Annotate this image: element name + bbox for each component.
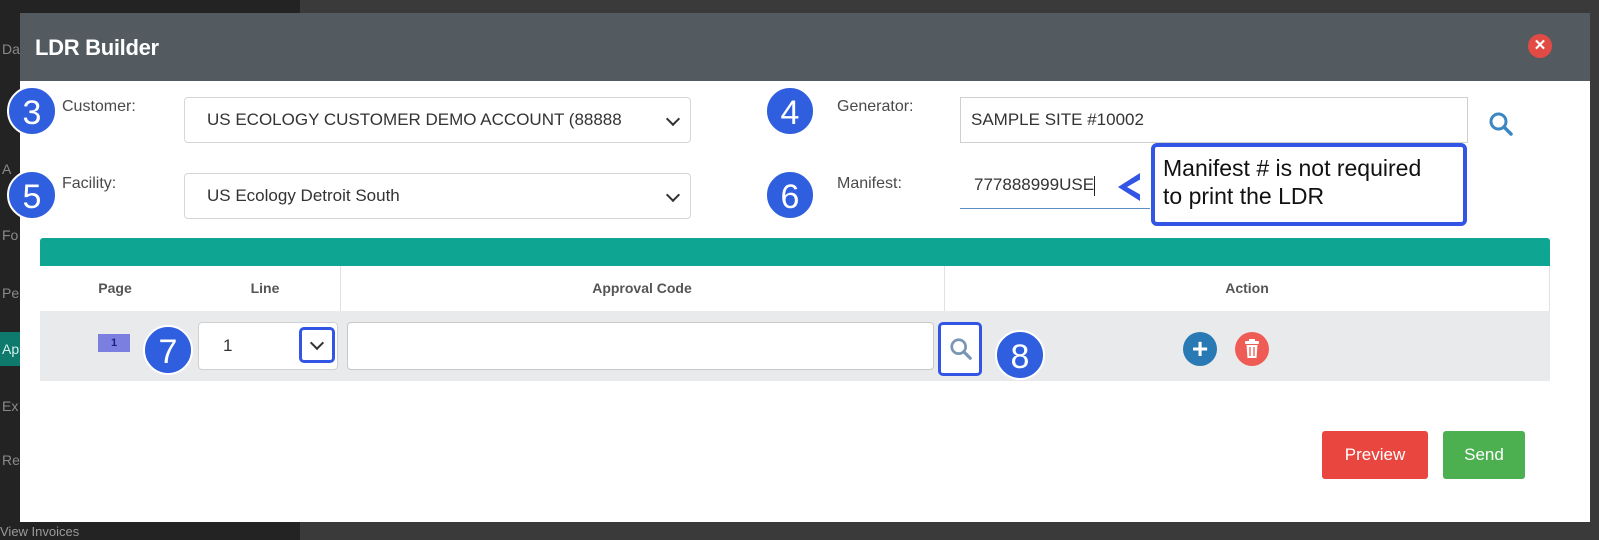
manifest-label: Manifest: [837, 175, 902, 192]
line-select-value: 1 [223, 336, 233, 355]
generator-search-icon[interactable] [1488, 111, 1514, 142]
facility-select-value: US Ecology Detroit South [207, 186, 400, 205]
column-header-page: Page [98, 280, 132, 296]
add-row-button[interactable]: + [1183, 332, 1217, 366]
customer-select-value: US ECOLOGY CUSTOMER DEMO ACCOUNT (88888 [207, 110, 622, 129]
customer-select[interactable]: US ECOLOGY CUSTOMER DEMO ACCOUNT (88888 [184, 97, 691, 143]
manifest-input-value: 777888999USE [974, 175, 1095, 194]
generator-input[interactable]: SAMPLE SITE #10002 [960, 97, 1468, 143]
customer-label: Customer: [62, 98, 136, 115]
modal-title: LDR Builder [35, 35, 159, 60]
column-divider [1549, 266, 1550, 311]
ldr-builder-modal: LDR Builder ✕ Customer: US ECOLOGY CUSTO… [20, 13, 1590, 522]
search-icon [950, 338, 972, 360]
chevron-down-icon [309, 335, 325, 351]
table-header: Page Line Approval Code Action [40, 266, 1550, 311]
step-badge-4: 4 [765, 86, 815, 136]
line-dropdown-toggle[interactable] [299, 327, 335, 363]
trash-icon [1245, 339, 1259, 358]
column-header-approval-code: Approval Code [592, 280, 692, 296]
delete-row-button[interactable] [1235, 332, 1269, 366]
modal-header: LDR Builder ✕ [20, 13, 1590, 81]
column-header-action: Action [1225, 280, 1269, 296]
facility-label: Facility: [62, 175, 117, 192]
step-badge-5: 5 [7, 170, 57, 220]
generator-label: Generator: [837, 98, 914, 115]
callout-pointer-inner [1127, 179, 1141, 195]
send-button[interactable]: Send [1443, 431, 1525, 479]
page-number-badge: 1 [98, 334, 130, 352]
step-badge-7: 7 [143, 325, 193, 375]
manifest-callout: Manifest # is not required to print the … [1151, 143, 1467, 226]
preview-button[interactable]: Preview [1322, 431, 1428, 479]
table-header-bar [40, 238, 1550, 266]
column-divider [340, 266, 341, 311]
facility-select[interactable]: US Ecology Detroit South [184, 173, 691, 219]
step-badge-6: 6 [765, 170, 815, 220]
callout-line-1: Manifest # is not required [1163, 155, 1422, 181]
text-cursor [1094, 175, 1096, 196]
callout-line-2: to print the LDR [1163, 183, 1325, 209]
approval-search-button[interactable] [938, 322, 982, 376]
column-divider [944, 266, 945, 311]
background-bottom-link: View Invoices [0, 524, 80, 539]
close-icon[interactable]: ✕ [1528, 34, 1552, 58]
step-badge-3: 3 [7, 86, 57, 136]
step-badge-8: 8 [995, 330, 1045, 380]
chevron-down-icon [665, 187, 681, 203]
approval-code-input[interactable] [347, 322, 934, 370]
column-header-line: Line [250, 280, 280, 296]
chevron-down-icon [665, 111, 681, 127]
